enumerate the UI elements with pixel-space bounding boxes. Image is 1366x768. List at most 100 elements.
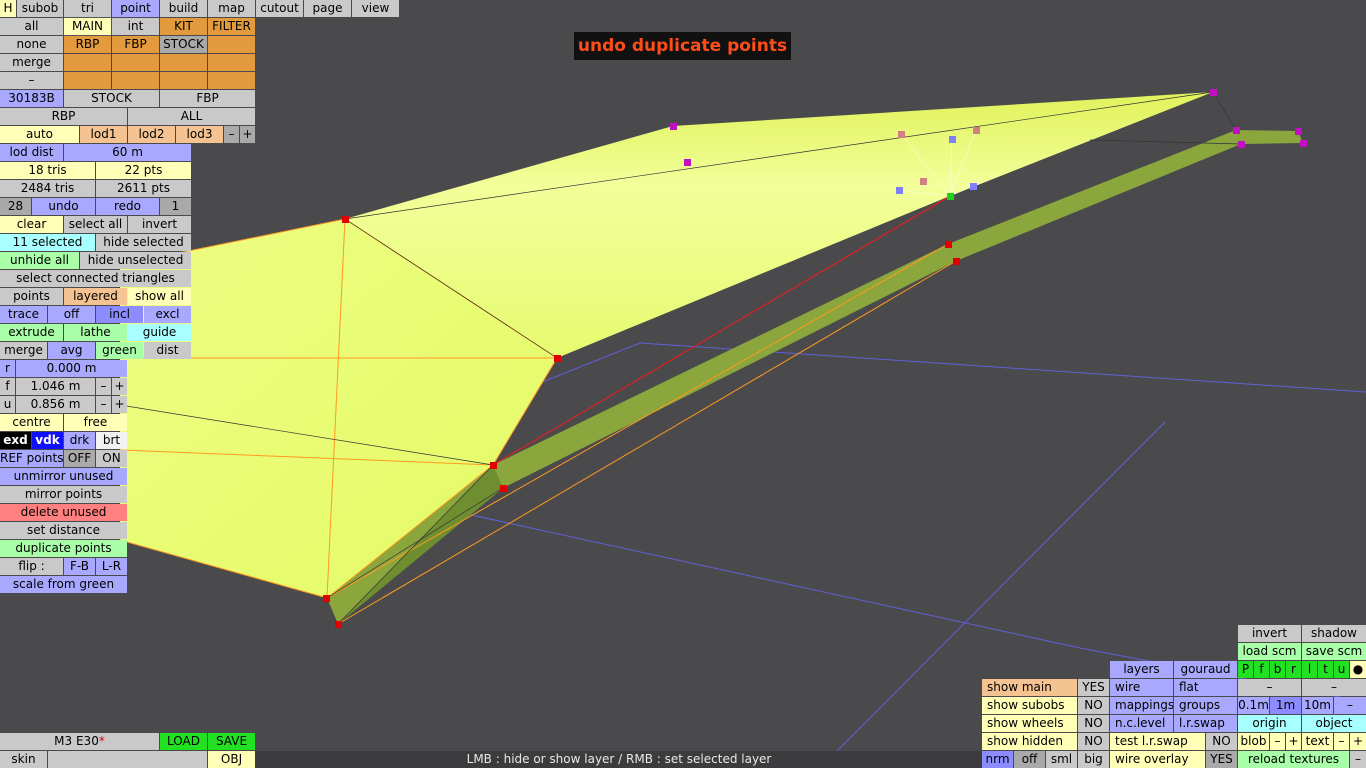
reload-minus[interactable]: – [1350, 751, 1366, 768]
obj-button[interactable]: OBJ [208, 751, 255, 768]
obj-stock[interactable]: STOCK [64, 90, 159, 107]
grid-1m[interactable]: 1m [1270, 697, 1301, 714]
layer-all-button[interactable]: all [0, 18, 63, 35]
layer-rbp[interactable]: RBP [64, 36, 111, 53]
toggle-f[interactable]: f [1254, 661, 1269, 678]
scale-from-green-button[interactable]: scale from green [0, 576, 127, 593]
obj-rbp[interactable]: RBP [0, 108, 127, 125]
text-minus[interactable]: – [1334, 733, 1349, 750]
r-value[interactable]: 0.000 m [16, 360, 127, 377]
load-scm-button[interactable]: load scm [1238, 643, 1301, 660]
invert-selection-button[interactable]: invert [128, 216, 191, 233]
layer-fbp[interactable]: FBP [112, 36, 159, 53]
view-exd[interactable]: exd [0, 432, 31, 449]
trace-incl[interactable]: incl [96, 306, 143, 323]
show-hidden-label[interactable]: show hidden [982, 733, 1077, 750]
view-brt[interactable]: brt [96, 432, 127, 449]
save-button[interactable]: SAVE [208, 733, 255, 750]
invert-button[interactable]: invert [1238, 625, 1301, 642]
show-subobs-label[interactable]: show subobs [982, 697, 1077, 714]
menu-h[interactable]: H [0, 0, 16, 17]
test-lr-swap-button[interactable]: test l.r.swap [1110, 733, 1205, 750]
layer-slot[interactable] [160, 72, 207, 89]
merge-avg[interactable]: avg [48, 342, 95, 359]
toggle-l[interactable]: l [1302, 661, 1317, 678]
lr-swap-button[interactable]: l.r.swap [1174, 715, 1237, 732]
menu-subob[interactable]: subob [17, 0, 63, 17]
u-plus[interactable]: + [112, 396, 127, 413]
flip-lr[interactable]: L-R [96, 558, 127, 575]
f-minus[interactable]: – [96, 378, 111, 395]
groups-button[interactable]: groups [1174, 697, 1237, 714]
extrude-button[interactable]: extrude [0, 324, 63, 341]
lod-dist-value[interactable]: 60 m [64, 144, 191, 161]
reload-textures-button[interactable]: reload textures [1238, 751, 1349, 768]
merge-green[interactable]: green [96, 342, 143, 359]
show-wheels-value[interactable]: NO [1078, 715, 1109, 732]
nc-level-button[interactable]: n.c.level [1110, 715, 1173, 732]
layer-minus-button[interactable]: – [0, 72, 63, 89]
car-name[interactable]: M3 E30* [0, 733, 159, 750]
test-lr-swap-value[interactable]: NO [1206, 733, 1237, 750]
menu-page[interactable]: page [304, 0, 351, 17]
layer-empty[interactable] [208, 36, 255, 53]
menu-map[interactable]: map [208, 0, 255, 17]
toggle-r[interactable]: r [1286, 661, 1301, 678]
hide-selected-button[interactable]: hide selected [96, 234, 191, 251]
text-plus[interactable]: + [1350, 733, 1366, 750]
load-button[interactable]: LOAD [160, 733, 207, 750]
toggle-t[interactable]: t [1318, 661, 1333, 678]
lod3-button[interactable]: lod3 [176, 126, 223, 143]
points-layered[interactable]: layered [64, 288, 127, 305]
toggle-p[interactable]: P [1238, 661, 1253, 678]
view-vdk[interactable]: vdk [32, 432, 63, 449]
grid-10m[interactable]: 10m [1302, 697, 1333, 714]
menu-cutout[interactable]: cutout [256, 0, 303, 17]
clear-button[interactable]: clear [0, 216, 63, 233]
u-minus[interactable]: – [96, 396, 111, 413]
ref-points-off[interactable]: OFF [64, 450, 95, 467]
obj-all[interactable]: ALL [128, 108, 255, 125]
redo-button[interactable]: redo [96, 198, 159, 215]
dash-button[interactable]: – [1238, 679, 1301, 696]
delete-unused-button[interactable]: delete unused [0, 504, 127, 521]
obj-fbp[interactable]: FBP [160, 90, 255, 107]
layer-int[interactable]: int [112, 18, 159, 35]
u-value[interactable]: 0.856 m [16, 396, 95, 413]
grid-off[interactable]: – [1334, 697, 1366, 714]
layer-slot[interactable] [64, 54, 111, 71]
blob-plus[interactable]: + [1286, 733, 1301, 750]
toggle-u[interactable]: u [1334, 661, 1349, 678]
show-main-value[interactable]: YES [1078, 679, 1109, 696]
object-button[interactable]: object [1302, 715, 1366, 732]
toggle-b[interactable]: b [1270, 661, 1285, 678]
shadow-button[interactable]: shadow [1302, 625, 1366, 642]
points-show-all[interactable]: show all [128, 288, 191, 305]
merge-dist[interactable]: dist [144, 342, 191, 359]
ref-points-on[interactable]: ON [96, 450, 127, 467]
select-connected-button[interactable]: select connected triangles [0, 270, 191, 287]
dash-button[interactable]: – [1302, 679, 1366, 696]
lod-minus[interactable]: – [224, 126, 239, 143]
layers-button[interactable]: layers [1110, 661, 1173, 678]
menu-view[interactable]: view [352, 0, 399, 17]
lod1-button[interactable]: lod1 [80, 126, 127, 143]
wire-overlay-button[interactable]: wire overlay [1110, 751, 1205, 768]
unhide-all-button[interactable]: unhide all [0, 252, 79, 269]
flip-fb[interactable]: F-B [64, 558, 95, 575]
show-wheels-label[interactable]: show wheels [982, 715, 1077, 732]
set-distance-button[interactable]: set distance [0, 522, 127, 539]
lod-auto[interactable]: auto [0, 126, 79, 143]
show-hidden-value[interactable]: NO [1078, 733, 1109, 750]
show-main-label[interactable]: show main [982, 679, 1077, 696]
menu-build[interactable]: build [160, 0, 207, 17]
skin-field[interactable] [48, 751, 207, 768]
layer-slot[interactable] [208, 54, 255, 71]
layer-slot[interactable] [64, 72, 111, 89]
hide-unselected-button[interactable]: hide unselected [80, 252, 191, 269]
origin-button[interactable]: origin [1238, 715, 1301, 732]
layer-slot[interactable] [208, 72, 255, 89]
object-id[interactable]: 30183B [0, 90, 63, 107]
sml-button[interactable]: sml [1046, 751, 1077, 768]
view-drk[interactable]: drk [64, 432, 95, 449]
